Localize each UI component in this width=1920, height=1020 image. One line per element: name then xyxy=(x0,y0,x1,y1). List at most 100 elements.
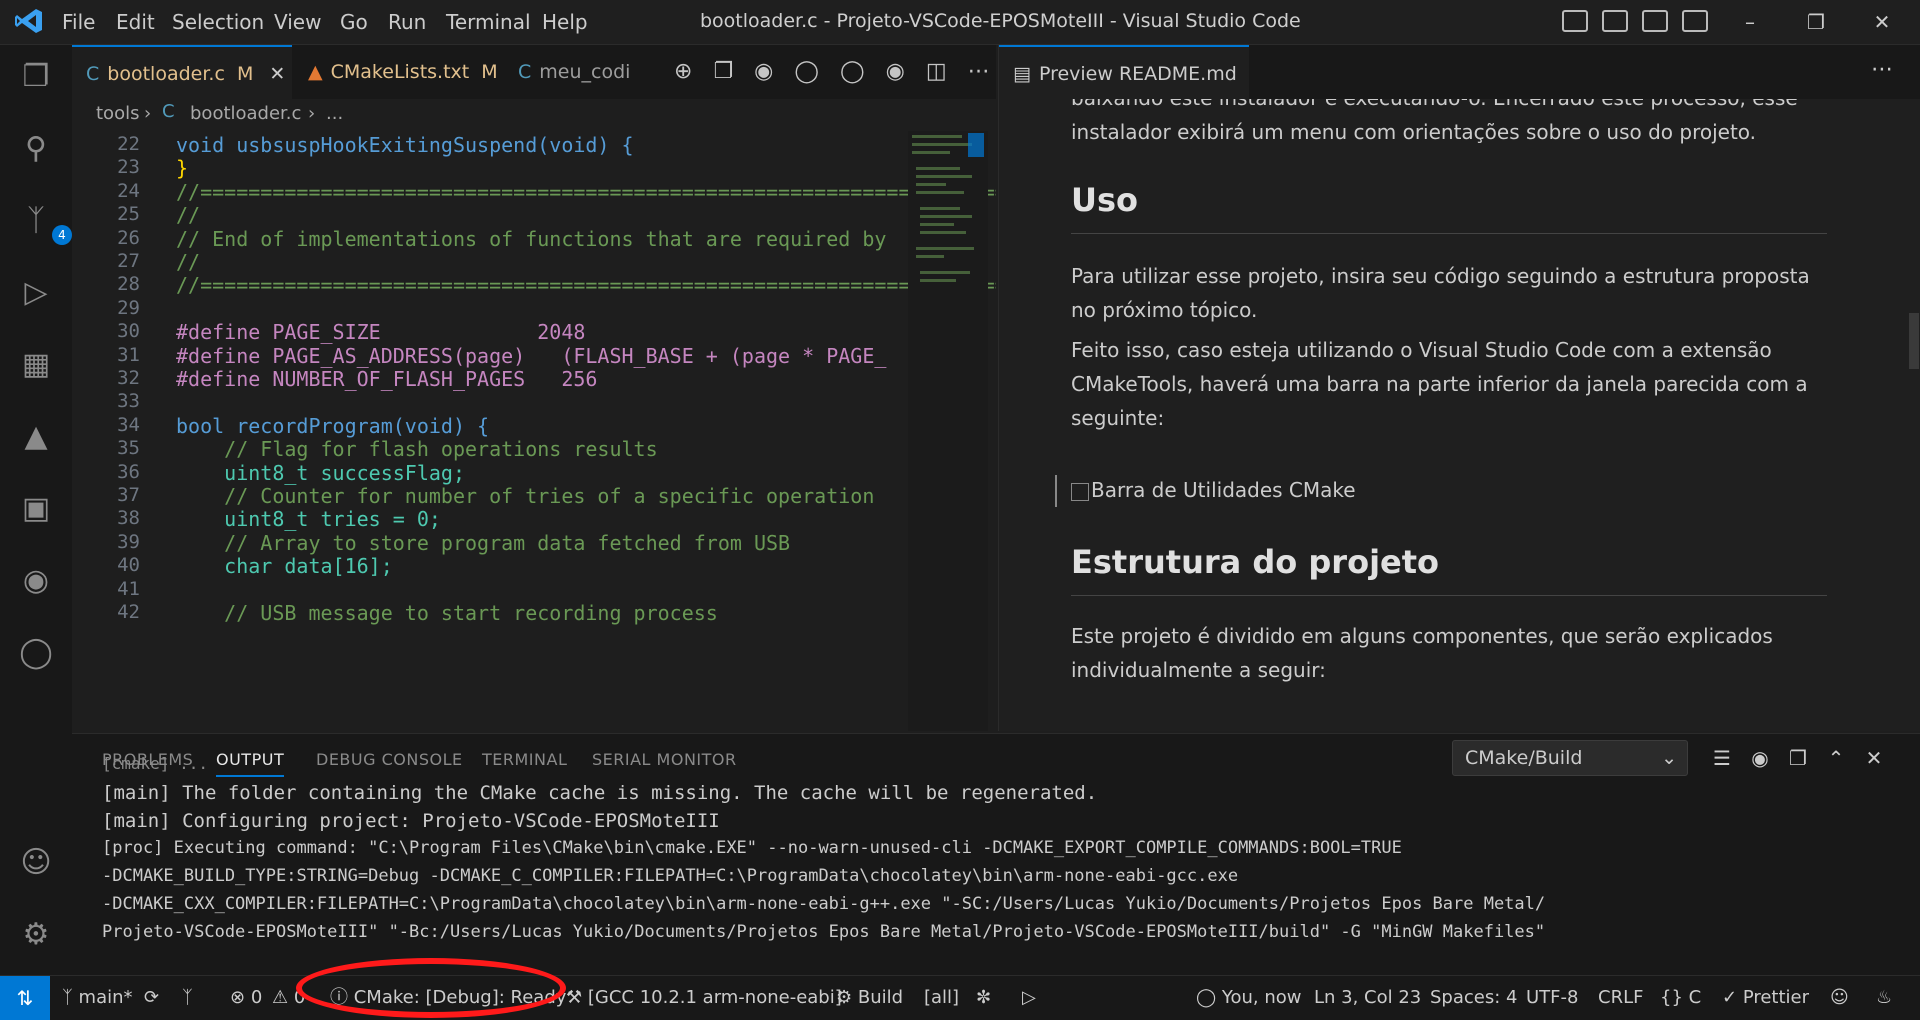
line-number: 40 xyxy=(117,554,140,577)
source-icon[interactable]: ◉ xyxy=(754,59,773,84)
breadcrumb-separator-icon: › xyxy=(308,103,316,124)
tab-preview-readme[interactable]: ▤Preview README.md ✕ xyxy=(999,45,1249,139)
tab-label: meu_codi xyxy=(539,61,631,83)
menu-help[interactable]: Help xyxy=(542,10,588,34)
previous-change-icon[interactable]: ◯ xyxy=(794,59,819,84)
close-icon[interactable]: ✕ xyxy=(269,63,285,85)
maximize-panel-icon[interactable]: ⌃ xyxy=(1822,744,1850,772)
cmake-icon[interactable]: ▲ xyxy=(14,415,58,459)
feedback-icon[interactable]: ☺ xyxy=(1830,976,1849,1020)
compare-icon[interactable]: ⊕ xyxy=(674,59,692,84)
more-actions-icon[interactable]: ⋯ xyxy=(968,59,990,84)
git-blame[interactable]: ◯ You, now xyxy=(1196,976,1302,1020)
cmake-target[interactable]: [all] xyxy=(924,976,959,1020)
breadcrumb-separator-icon: › xyxy=(144,103,152,124)
toggle-secondary-sidebar-icon[interactable] xyxy=(1642,10,1668,32)
cmake-file-icon: ▲ xyxy=(308,61,323,83)
minimize-icon[interactable]: – xyxy=(1734,8,1766,36)
run-icon[interactable]: ▷ xyxy=(1022,976,1036,1020)
output-line-cut: [cmake] ... xyxy=(102,754,208,773)
check-icon: ✓ xyxy=(1722,987,1743,1008)
minimap[interactable] xyxy=(908,131,988,731)
breadcrumb-file[interactable]: bootloader.c xyxy=(190,103,301,124)
clear-output-icon[interactable]: ❐ xyxy=(1784,744,1812,772)
remote-indicator-icon[interactable]: ⇅ xyxy=(0,976,50,1020)
preview-heading-uso: Uso xyxy=(1071,181,1139,219)
scrollbar-thumb[interactable] xyxy=(1909,313,1919,369)
warning-icon: ⚠ xyxy=(272,987,289,1008)
menu-file[interactable]: File xyxy=(62,10,95,34)
cmake-kit[interactable]: ⚒ [GCC 10.2.1 arm-none-eabi] xyxy=(566,976,842,1020)
extensions-icon[interactable]: ▦ xyxy=(14,343,58,387)
line-number: 41 xyxy=(117,577,140,600)
heading-rule xyxy=(1071,595,1827,596)
split-editor-icon[interactable]: ◫ xyxy=(926,59,947,84)
explorer-icon[interactable]: ❐ xyxy=(14,55,58,99)
git-graph-status-icon[interactable]: ᛉ xyxy=(182,976,193,1020)
code-editor[interactable]: 22 void usbsuspHookExitingSuspend(void) {… xyxy=(72,131,996,731)
warning-count: 0 xyxy=(293,987,306,1008)
problems-status[interactable]: ⊗ 0 ⚠ 0 xyxy=(230,976,305,1020)
source-control-icon[interactable]: ᛉ 4 xyxy=(14,199,72,245)
line-number: 36 xyxy=(117,460,140,483)
git-icon[interactable]: ◉ xyxy=(886,59,905,84)
sync-icon[interactable]: ⟳ xyxy=(144,976,159,1020)
menu-selection[interactable]: Selection xyxy=(172,10,264,34)
cursor-position[interactable]: Ln 3, Col 23 xyxy=(1314,976,1421,1020)
lock-icon[interactable]: ◉ xyxy=(1746,744,1774,772)
toggle-panel-icon[interactable] xyxy=(1602,10,1628,32)
cursor-line-indicator xyxy=(1055,475,1057,507)
close-panel-icon[interactable]: ✕ xyxy=(1860,744,1888,772)
open-log-icon[interactable]: ☰ xyxy=(1708,744,1736,772)
tab-terminal[interactable]: TERMINAL xyxy=(482,750,567,769)
tab-cmakelists[interactable]: ▲ CMakeLists.txt M xyxy=(294,45,504,99)
menu-go[interactable]: Go xyxy=(340,10,368,34)
more-actions-icon[interactable]: ⋯ xyxy=(1871,57,1893,82)
customize-layout-icon[interactable] xyxy=(1682,10,1708,32)
branch-status[interactable]: ᛉ main* xyxy=(62,976,133,1020)
tools-icon: ⚒ xyxy=(566,987,588,1008)
markdown-preview[interactable]: baixando este instalador e executando-o.… xyxy=(998,99,1920,731)
menu-terminal[interactable]: Terminal xyxy=(446,10,531,34)
restore-icon[interactable]: ❐ xyxy=(1800,8,1832,36)
output-line: -DCMAKE_CXX_COMPILER:FILEPATH=C:\Program… xyxy=(102,894,1546,914)
menu-edit[interactable]: Edit xyxy=(116,10,155,34)
tab-serial-monitor[interactable]: SERIAL MONITOR xyxy=(592,750,737,769)
testing-icon[interactable]: ◉ xyxy=(14,559,58,603)
tab-debug-console[interactable]: DEBUG CONSOLE xyxy=(316,750,463,769)
line-number: 27 xyxy=(117,250,140,272)
tab-meu-codigo[interactable]: Cmeu_codi xyxy=(504,45,694,99)
debug-icon[interactable]: ✼ xyxy=(976,976,991,1020)
search-icon[interactable]: ⚲ xyxy=(14,127,58,171)
cmake-build-button[interactable]: ⚙ Build xyxy=(836,976,903,1020)
git-graph-icon[interactable]: ◯ xyxy=(14,631,58,675)
breadcrumb-symbol[interactable]: ... xyxy=(326,103,343,124)
account-icon[interactable]: ☺ xyxy=(14,841,58,885)
menu-view[interactable]: View xyxy=(274,10,321,34)
tab-bootloader-c[interactable]: Cbootloader.c M ✕ xyxy=(72,45,292,99)
close-window-icon[interactable]: ✕ xyxy=(1866,8,1898,36)
title-bar: File Edit Selection View Go Run Terminal… xyxy=(0,0,1920,45)
indentation[interactable]: Spaces: 4 xyxy=(1430,976,1517,1020)
notifications-bell-icon[interactable]: ♨ xyxy=(1876,976,1892,1020)
blame-text: You, now xyxy=(1221,987,1302,1008)
toggle-primary-sidebar-icon[interactable] xyxy=(1562,10,1588,32)
end-of-line[interactable]: CRLF xyxy=(1598,976,1643,1020)
next-change-icon[interactable]: ◯ xyxy=(840,59,865,84)
output-channel-value: CMake/Build xyxy=(1465,747,1583,769)
copy-icon[interactable]: ❐ xyxy=(713,59,733,84)
output-line: [main] The folder containing the CMake c… xyxy=(102,782,1098,804)
tab-output[interactable]: OUTPUT xyxy=(216,750,285,777)
menu-run[interactable]: Run xyxy=(388,10,426,34)
prettier-status[interactable]: ✓ Prettier xyxy=(1722,976,1809,1020)
encoding[interactable]: UTF-8 xyxy=(1526,976,1578,1020)
run-debug-icon[interactable]: ▷ xyxy=(14,271,58,315)
remote-explorer-icon[interactable]: ▣ xyxy=(14,487,58,531)
manage-icon[interactable]: ⚙ xyxy=(14,913,58,957)
cmake-status[interactable]: ⓘ CMake: [Debug]: Ready xyxy=(330,976,566,1020)
output-channel-select[interactable]: CMake/Build ⌄ xyxy=(1452,740,1688,776)
output-line: [main] Configuring project: Projeto-VSCo… xyxy=(102,810,720,832)
language-mode[interactable]: {} C xyxy=(1660,976,1701,1020)
breadcrumb-folder[interactable]: tools xyxy=(96,103,139,124)
line-number: 33 xyxy=(117,390,140,413)
